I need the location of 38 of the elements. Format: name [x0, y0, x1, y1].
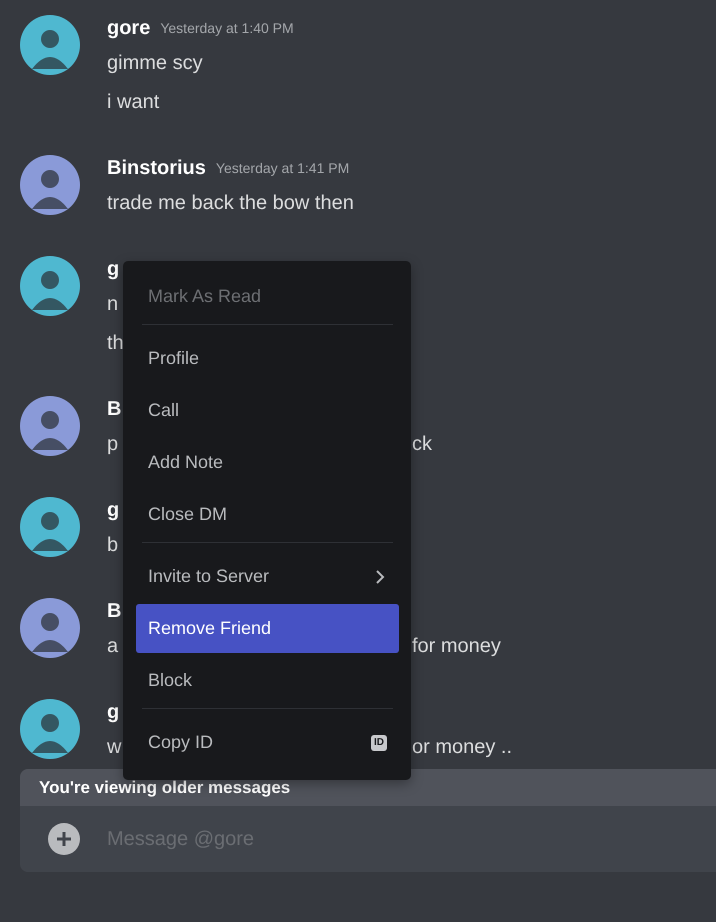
id-badge: ID: [371, 734, 387, 750]
message-text: w: [107, 736, 122, 759]
message-text: ck: [411, 433, 432, 456]
menu-item[interactable]: Remove Friend: [136, 604, 399, 653]
message-text: b: [107, 534, 118, 557]
message-text: th: [107, 332, 124, 355]
add-icon[interactable]: [48, 823, 80, 855]
menu-item[interactable]: Profile: [136, 334, 399, 383]
username[interactable]: g: [107, 700, 120, 724]
message-text: p: [107, 433, 118, 456]
avatar[interactable]: [20, 15, 80, 75]
avatar[interactable]: [20, 256, 80, 316]
username[interactable]: Binstorius: [107, 156, 206, 180]
username[interactable]: B: [107, 398, 122, 420]
timestamp: Yesterday at 1:40 PM: [160, 20, 294, 36]
username[interactable]: B: [107, 600, 122, 622]
avatar[interactable]: [20, 497, 80, 557]
menu-item[interactable]: Call: [136, 386, 399, 435]
avatar[interactable]: [20, 699, 80, 759]
timestamp: Yesterday at 1:41 PM: [216, 160, 350, 176]
menu-item[interactable]: Invite to Server: [136, 552, 399, 601]
menu-item[interactable]: Block: [136, 656, 399, 705]
avatar[interactable]: [20, 155, 80, 215]
message-text: or money ..: [411, 736, 512, 759]
avatar[interactable]: [20, 598, 80, 658]
username[interactable]: gore: [107, 16, 150, 40]
message-text: i want: [107, 91, 160, 114]
username[interactable]: g: [107, 498, 120, 522]
message-text: n: [107, 293, 118, 316]
menu-item[interactable]: Close DM: [136, 490, 399, 539]
message-text: for money: [411, 635, 501, 658]
message-text: gimme scy: [107, 52, 203, 75]
message-text: a: [107, 635, 118, 658]
menu-item[interactable]: Copy ID ID: [136, 718, 399, 767]
username[interactable]: g: [107, 258, 120, 280]
menu-item[interactable]: Add Note: [136, 438, 399, 487]
message-text: trade me back the bow then: [107, 192, 354, 215]
avatar[interactable]: [20, 396, 80, 456]
